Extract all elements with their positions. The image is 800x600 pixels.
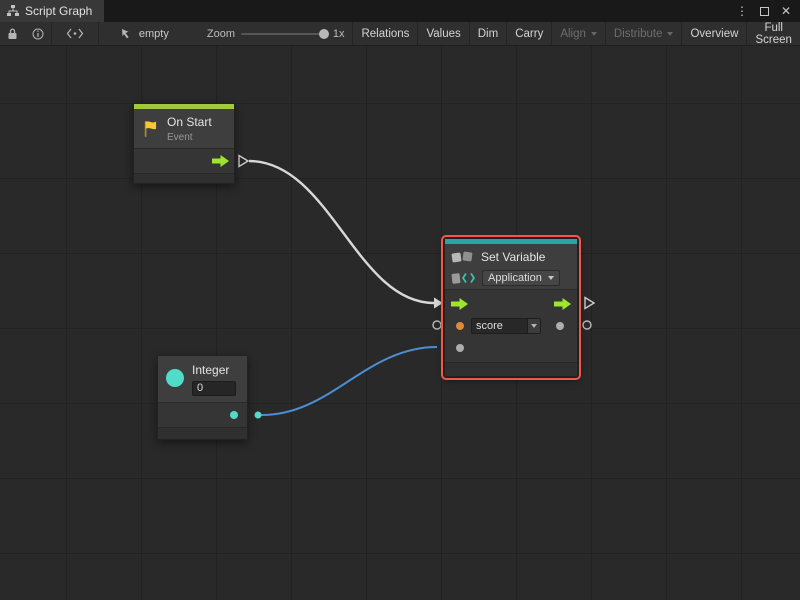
- node-integer[interactable]: Integer 0: [157, 355, 248, 440]
- dim-button[interactable]: Dim: [469, 22, 506, 45]
- close-icon[interactable]: ✕: [781, 0, 791, 22]
- variable-name-value: score: [472, 319, 527, 333]
- chevron-down-icon: [548, 276, 554, 280]
- on-start-ports: [134, 149, 234, 173]
- node-title: Integer: [192, 363, 236, 377]
- node-footer: [158, 427, 247, 439]
- carry-label: Carry: [515, 28, 543, 40]
- node-set-variable[interactable]: Set Variable Application: [444, 238, 578, 377]
- value-input-port[interactable]: [456, 344, 464, 352]
- dim-label: Dim: [478, 28, 498, 40]
- distribute-label: Distribute: [614, 28, 663, 40]
- integer-value-input[interactable]: 0: [192, 381, 236, 396]
- node-on-start[interactable]: On Start Event: [133, 103, 235, 184]
- value-wire-start-dot: [255, 412, 262, 419]
- overview-button[interactable]: Overview: [681, 22, 746, 45]
- relations-button[interactable]: Relations: [352, 22, 417, 45]
- align-label: Align: [560, 28, 586, 40]
- set-variable-ports: score: [445, 290, 577, 362]
- port-row: [158, 403, 247, 427]
- value-port-row: [445, 337, 577, 359]
- value-wire: [259, 347, 437, 415]
- graph-tab-icon: [7, 5, 19, 17]
- code-preview-icon[interactable]: [52, 22, 98, 45]
- node-footer: [445, 362, 577, 376]
- value-output-ghost-circle[interactable]: [583, 321, 591, 329]
- node-title: On Start: [167, 115, 212, 129]
- toolbar-buttons: Relations Values Dim Carry Align Distrib…: [352, 22, 800, 45]
- graph-name: empty: [139, 28, 169, 40]
- info-icon[interactable]: [25, 22, 51, 45]
- node-footer: [134, 173, 234, 183]
- graph-pointer-icon: [121, 28, 134, 40]
- graph-toolbar: empty Zoom 1x Relations Values Dim Carry…: [0, 22, 800, 46]
- zoom-knob[interactable]: [319, 29, 329, 39]
- full-screen-button[interactable]: Full Screen: [746, 22, 800, 45]
- graph-breadcrumb[interactable]: empty: [111, 22, 179, 45]
- set-variable-output-ghost-triangle[interactable]: [585, 298, 594, 309]
- values-label: Values: [426, 28, 460, 40]
- overview-label: Overview: [690, 28, 738, 40]
- wires-layer: [0, 46, 800, 600]
- window-menu-icon[interactable]: ⋮: [736, 0, 748, 22]
- variable-stack-icon: [451, 250, 475, 264]
- node-subtitle: Event: [167, 132, 212, 143]
- node-title: Set Variable: [481, 250, 545, 264]
- flow-wire-arrowhead: [434, 298, 443, 309]
- lock-icon[interactable]: [0, 22, 25, 45]
- integer-type-icon: [166, 369, 184, 387]
- chevron-down-icon: [667, 32, 673, 36]
- combo-dropdown-button[interactable]: [527, 319, 540, 333]
- zoom-track: [241, 33, 327, 35]
- align-button[interactable]: Align: [551, 22, 605, 45]
- variable-name-combo[interactable]: score: [471, 318, 541, 334]
- zoom-label: Zoom: [207, 28, 235, 40]
- control-output-port[interactable]: [554, 298, 571, 310]
- name-input-ghost-circle[interactable]: [433, 321, 441, 329]
- scope-dropdown-value: Application: [488, 272, 542, 284]
- carry-button[interactable]: Carry: [506, 22, 551, 45]
- integer-header: Integer 0: [158, 356, 247, 403]
- flow-wire: [249, 161, 434, 303]
- graph-canvas[interactable]: On Start Event: [0, 46, 800, 600]
- variable-name-input-port[interactable]: [456, 322, 464, 330]
- distribute-button[interactable]: Distribute: [605, 22, 682, 45]
- script-graph-window: Script Graph ⋮ ✕ empty Zoom: [0, 0, 800, 600]
- control-output-port[interactable]: [212, 155, 229, 167]
- flow-port-row: [445, 293, 577, 315]
- values-button[interactable]: Values: [417, 22, 468, 45]
- port-row: [134, 149, 234, 173]
- value-output-port[interactable]: [556, 322, 564, 330]
- tab-script-graph[interactable]: Script Graph: [0, 0, 104, 22]
- tab-title: Script Graph: [25, 4, 92, 18]
- integer-output-port[interactable]: [230, 411, 238, 419]
- name-port-row: score: [445, 315, 577, 337]
- on-start-header: On Start Event: [134, 109, 234, 149]
- titlebar: Script Graph ⋮ ✕: [0, 0, 800, 22]
- set-variable-header: Set Variable Application: [445, 244, 577, 290]
- toolbar-separator: [98, 22, 99, 46]
- chevron-down-icon: [591, 32, 597, 36]
- on-start-output-ghost-triangle[interactable]: [239, 156, 248, 167]
- maximize-icon[interactable]: [760, 7, 769, 16]
- flag-icon: [142, 120, 160, 138]
- full-screen-label: Full Screen: [755, 22, 792, 46]
- zoom-slider[interactable]: [241, 22, 327, 46]
- variable-scope-icon: [451, 271, 477, 285]
- chevron-down-icon: [531, 324, 537, 328]
- relations-label: Relations: [361, 28, 409, 40]
- window-controls: ⋮ ✕: [736, 0, 800, 22]
- zoom-value: 1x: [333, 28, 345, 40]
- integer-ports: [158, 403, 247, 427]
- scope-dropdown[interactable]: Application: [482, 270, 560, 286]
- control-input-port[interactable]: [451, 298, 468, 310]
